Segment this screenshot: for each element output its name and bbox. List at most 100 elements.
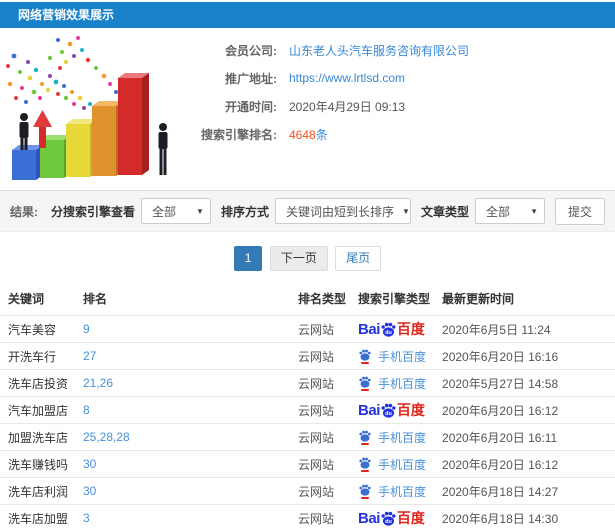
updated-cell: 2020年6月18日 14:30: [434, 504, 615, 532]
chevron-down-icon: ▼: [530, 206, 538, 216]
updated-cell: 2020年6月20日 16:11: [434, 423, 615, 451]
open-time-label: 开通时间:: [225, 99, 277, 114]
rank-type-cell: 云网站: [290, 342, 351, 370]
mobile-baidu-red-underline: [361, 496, 370, 499]
page-button-1[interactable]: 1: [233, 246, 263, 271]
info-section: 会员公司: 山东老人头汽车服务咨询有限公司 推广地址: https://www.…: [0, 28, 615, 190]
mobile-baidu-label: 手机百度: [378, 457, 427, 472]
page-title-bar: 网络营销效果展示: [0, 2, 615, 28]
rank-cell: 8: [75, 396, 290, 424]
open-time-value: 2020年4月29日 09:13: [289, 99, 406, 114]
baidu-logo: Bai du 百度: [358, 319, 425, 339]
next-page-button[interactable]: 下一页: [269, 246, 328, 271]
mobile-baidu-paw-icon: [358, 376, 372, 391]
rank-cell: 30: [75, 450, 290, 478]
engine-filter-select[interactable]: 全部 ▼: [140, 198, 211, 224]
engine-filter-label: 分搜索引擎查看: [50, 204, 135, 219]
rank-type-cell: 云网站: [290, 450, 351, 478]
mobile-baidu-label: 手机百度: [378, 484, 427, 499]
person-right: [158, 123, 168, 175]
table-row: 洗车店加盟 3 云网站 Bai du 百度 2020年6月18日 14:30: [0, 504, 615, 532]
engine-cell: 手机百度: [350, 423, 435, 451]
keyword-cell: 洗车店利润: [0, 477, 75, 505]
baidu-logo-text-cn: 百度: [396, 510, 425, 527]
company-link[interactable]: 山东老人头汽车服务咨询有限公司: [289, 42, 469, 59]
keyword-cell: 汽车美容: [0, 315, 75, 343]
bar-chart-illustration: [6, 36, 168, 180]
updated-cell: 2020年6月20日 16:12: [434, 450, 615, 478]
table-row: 加盟洗车店 25,28,28 云网站 手机百度 2020年6月20日 16:11: [0, 423, 615, 451]
table-row: 洗车店利润 30 云网站 手机百度 2020年6月18日 14:27: [0, 477, 615, 505]
engine-cell: 手机百度: [350, 369, 435, 397]
mobile-baidu-red-underline: [361, 442, 370, 445]
mobile-baidu-label: 手机百度: [378, 430, 427, 445]
ranking-count-unit: 条: [315, 127, 328, 142]
table-row: 开洗车行 27 云网站 手机百度 2020年6月20日 16:16: [0, 342, 615, 370]
filter-bar: 结果: 分搜索引擎查看 全部 ▼ 排序方式 关键词由短到长排序 ▼ 文章类型 全…: [0, 190, 615, 232]
engine-filter-value: 全部: [151, 204, 176, 219]
mobile-baidu-logo: 手机百度: [358, 456, 426, 473]
bar-red: [118, 73, 149, 175]
baidu-paw-icon: du: [381, 403, 396, 418]
keyword-cell: 洗车店加盟: [0, 504, 75, 532]
engine-cell: 手机百度: [350, 450, 435, 478]
keyword-cell: 洗车店投资: [0, 369, 75, 397]
mobile-baidu-red-underline: [361, 361, 370, 364]
keyword-cell: 汽车加盟店: [0, 396, 75, 424]
updated-cell: 2020年6月5日 11:24: [434, 315, 615, 343]
keyword-cell: 洗车赚钱吗: [0, 450, 75, 478]
sort-select[interactable]: 关键词由短到长排序 ▼: [274, 198, 411, 224]
table-header-row: 关键词 排名 排名类型 搜索引擎类型 最新更新时间: [0, 281, 615, 316]
rank-cell: 30: [75, 477, 290, 505]
table-row: 洗车赚钱吗 30 云网站 手机百度 2020年6月20日 16:12: [0, 450, 615, 478]
baidu-logo-text-bai: Bai: [358, 509, 380, 527]
mobile-baidu-logo: 手机百度: [358, 429, 426, 446]
page-title: 网络营销效果展示: [18, 8, 115, 22]
header-updated: 最新更新时间: [442, 292, 515, 306]
header-rank-type: 排名类型: [298, 292, 347, 306]
baidu-paw-icon: du: [381, 322, 396, 337]
company-label: 会员公司:: [225, 43, 277, 58]
rank-cell: 27: [75, 342, 290, 370]
mobile-baidu-label: 手机百度: [378, 376, 427, 391]
mobile-baidu-logo: 手机百度: [358, 375, 426, 392]
rank-type-cell: 云网站: [290, 396, 351, 424]
mobile-baidu-paw-icon: [358, 484, 372, 499]
rank-type-cell: 云网站: [290, 477, 351, 505]
person-left: [19, 113, 29, 150]
article-type-select[interactable]: 全部 ▼: [474, 198, 545, 224]
engine-cell: Bai du 百度: [350, 396, 435, 424]
rank-type-cell: 云网站: [290, 369, 351, 397]
promo-url-link[interactable]: https://www.lrtlsd.com: [289, 71, 405, 85]
baidu-paw-icon: du: [381, 511, 396, 526]
ranking-count-number: 4648: [289, 127, 316, 142]
info-list: 会员公司: 山东老人头汽车服务咨询有限公司 推广地址: https://www.…: [182, 28, 615, 190]
updated-cell: 2020年6月20日 16:16: [434, 342, 615, 370]
mobile-baidu-paw-icon: [358, 349, 372, 364]
rank-type-cell: 云网站: [290, 315, 351, 343]
submit-button[interactable]: 提交: [554, 197, 605, 225]
article-type-value: 全部: [485, 204, 510, 219]
promo-url-label: 推广地址:: [225, 71, 277, 86]
last-page-button[interactable]: 尾页: [335, 246, 382, 271]
result-label: 结果:: [10, 204, 38, 219]
ranking-table: 关键词 排名 排名类型 搜索引擎类型 最新更新时间 汽车美容 9 云网站 Bai…: [0, 281, 615, 532]
baidu-logo-text-cn: 百度: [396, 402, 425, 418]
header-rank: 排名: [83, 292, 108, 306]
baidu-logo: Bai du 百度: [358, 508, 425, 528]
rank-cell: 3: [75, 504, 290, 532]
mobile-baidu-paw-icon: [358, 457, 372, 472]
mobile-baidu-logo: 手机百度: [358, 348, 426, 365]
chevron-down-icon: ▼: [196, 206, 204, 216]
table-row: 汽车加盟店 8 云网站 Bai du 百度 2020年6月20日 16:12: [0, 396, 615, 424]
info-row-url: 推广地址: https://www.lrtlsd.com: [182, 64, 615, 92]
header-keyword: 关键词: [8, 292, 45, 306]
rank-cell: 21,26: [75, 369, 290, 397]
info-row-open-time: 开通时间: 2020年4月29日 09:13: [182, 92, 615, 120]
updated-cell: 2020年6月18日 14:27: [434, 477, 615, 505]
updated-cell: 2020年5月27日 14:58: [434, 369, 615, 397]
chevron-down-icon: ▼: [401, 206, 410, 216]
table-row: 汽车美容 9 云网站 Bai du 百度 2020年6月5日 11:24: [0, 315, 615, 343]
rank-cell: 9: [75, 315, 290, 343]
baidu-logo-text-bai: Bai: [358, 320, 380, 338]
